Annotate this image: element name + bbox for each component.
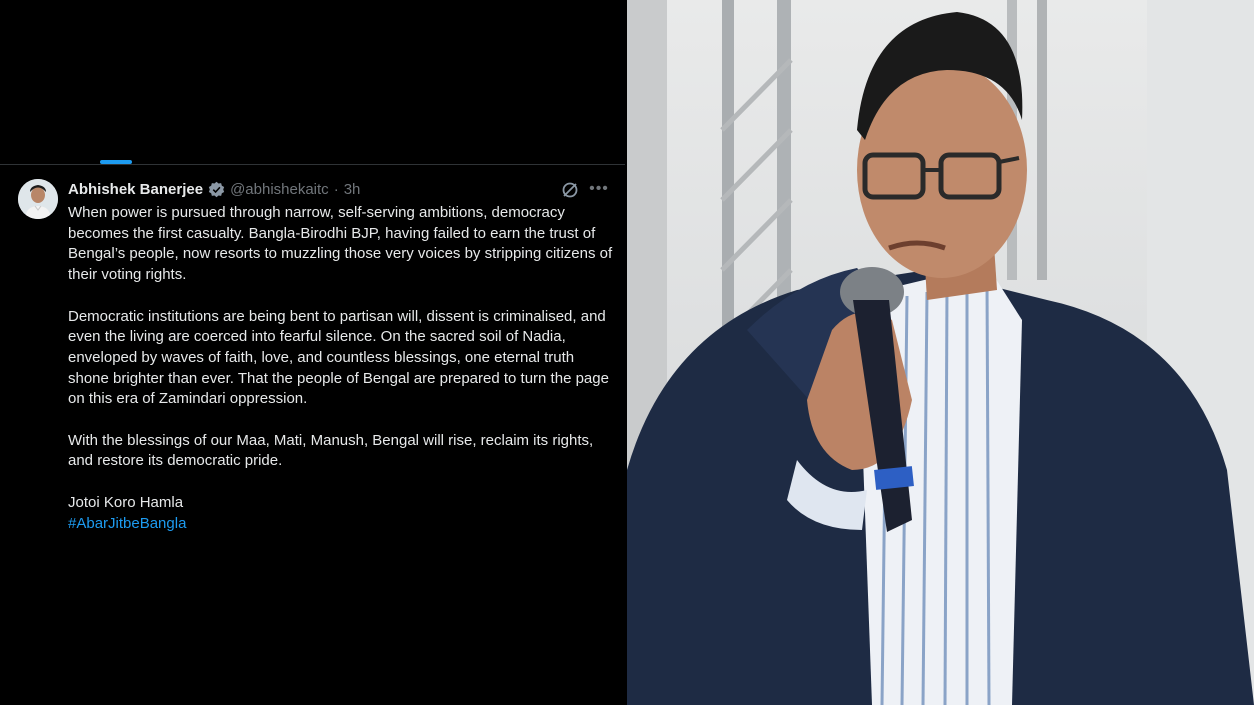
author-handle[interactable]: @abhishekaitc	[230, 181, 329, 198]
tweet-header: Abhishek Banerjee @abhishekaitc · 3h	[68, 179, 360, 199]
tweet-card[interactable]: Abhishek Banerjee @abhishekaitc · 3h •••…	[0, 164, 625, 542]
closing-line: Jotoi Koro Hamla	[68, 493, 184, 511]
avatar[interactable]	[18, 179, 58, 219]
tweet-paragraph: With the blessings of our Maa, Mati, Man…	[68, 431, 594, 470]
grok-icon[interactable]	[561, 181, 579, 199]
tweet-screenshot-pane: Abhishek Banerjee @abhishekaitc · 3h •••…	[0, 0, 627, 705]
speaker-photo	[627, 0, 1254, 705]
tweet-paragraph: When power is pursued through narrow, se…	[68, 204, 613, 284]
tweet-text: When power is pursued through narrow, se…	[68, 203, 613, 534]
hashtag-link[interactable]: #AbarJitbeBangla	[68, 514, 613, 535]
more-options-icon[interactable]: •••	[589, 179, 609, 199]
tweet-timestamp[interactable]: 3h	[344, 181, 361, 198]
avatar-image	[18, 179, 58, 219]
author-name[interactable]: Abhishek Banerjee	[68, 181, 203, 198]
tweet-paragraph: Democratic institutions are being bent t…	[68, 307, 609, 408]
tweet-closing: Jotoi Koro Hamla #AbarJitbeBangla	[68, 493, 613, 534]
speaker-illustration	[627, 0, 1254, 705]
separator-dot: ·	[333, 180, 339, 198]
verified-badge-icon	[208, 181, 225, 198]
